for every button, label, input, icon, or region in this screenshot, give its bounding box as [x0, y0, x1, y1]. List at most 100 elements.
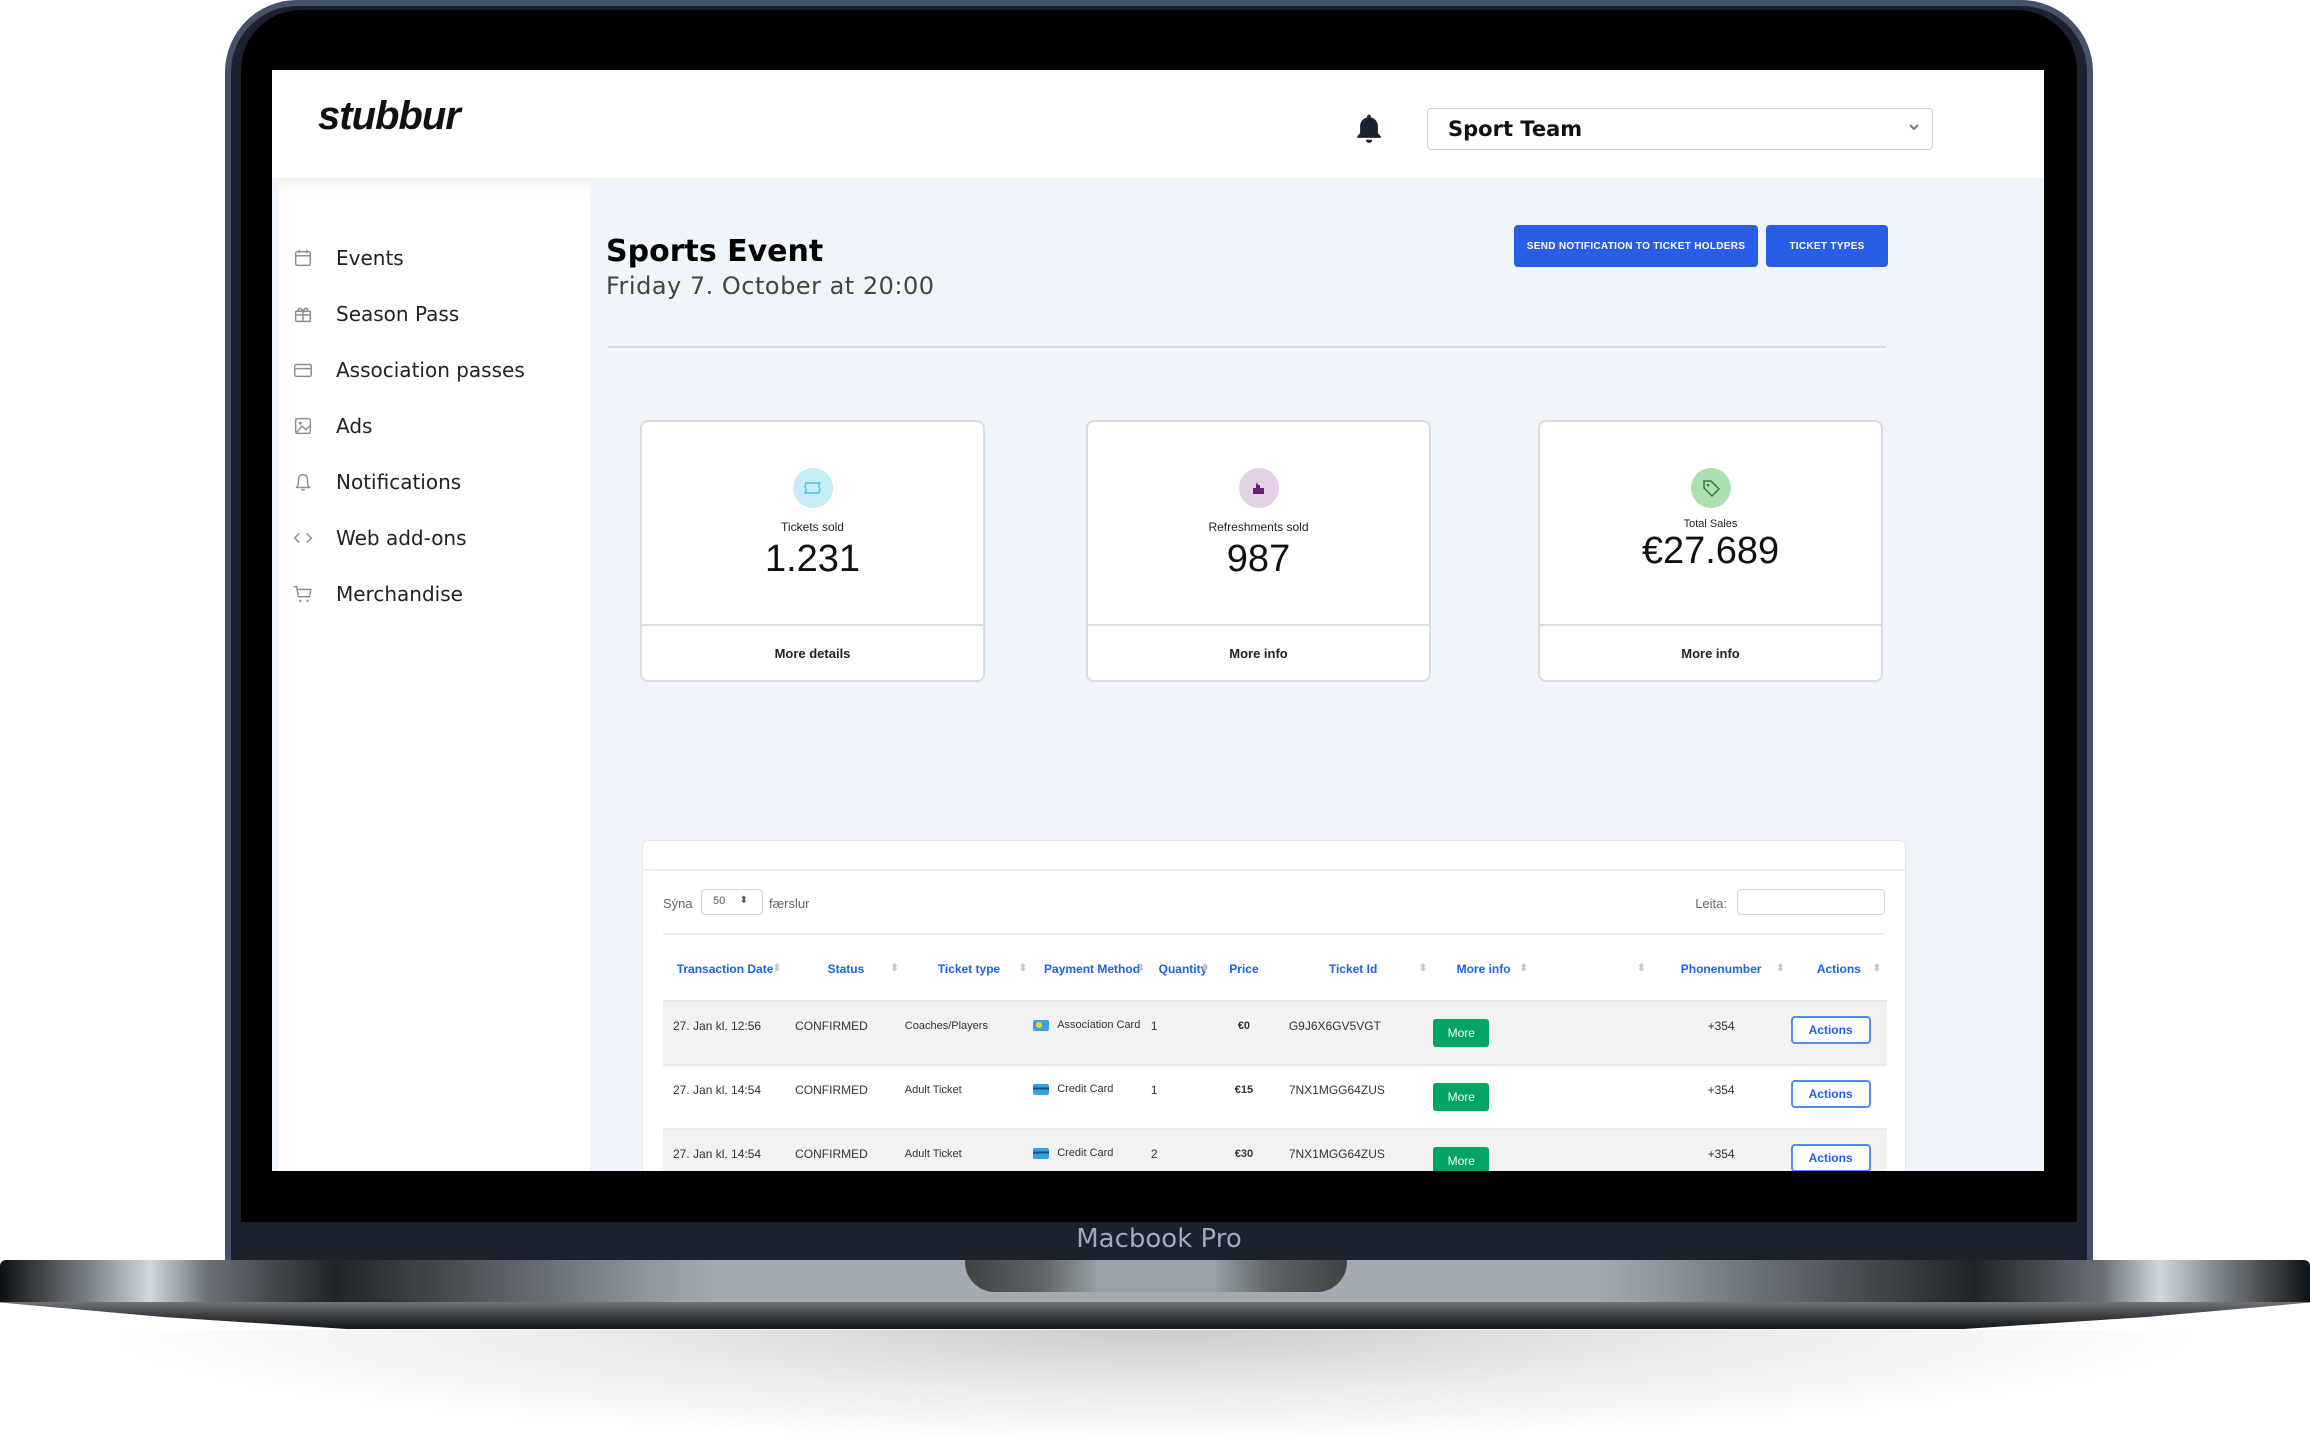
cell-status: CONFIRMED — [787, 1129, 905, 1171]
more-info-link[interactable]: More info — [1540, 624, 1881, 680]
credit-card-icon — [1033, 1084, 1050, 1095]
calendar-icon — [294, 249, 312, 267]
sidebar: Events Season Pass Association passes Ad… — [278, 178, 590, 1171]
column-header[interactable]: ⬍ — [1533, 937, 1652, 1002]
page-length-select[interactable]: 50 ⬍ — [701, 889, 763, 915]
stat-label: Tickets sold — [781, 520, 844, 534]
column-header[interactable]: Actions ⬍ — [1790, 937, 1887, 1002]
transactions-card: Sýna 50 ⬍ færslur Leita: Transaction Dat… — [642, 840, 1906, 1171]
search-input[interactable] — [1737, 889, 1885, 915]
cell-payment-method: Association Card — [1033, 1016, 1151, 1034]
sort-icon: ⬍ — [1200, 963, 1210, 974]
cell-price: €0 — [1215, 1001, 1273, 1066]
logo[interactable]: stubbur — [318, 94, 461, 139]
column-header[interactable]: Payment Method ⬍ — [1033, 937, 1151, 1002]
device-label: Macbook Pro — [1076, 1224, 1242, 1254]
column-header[interactable]: Phonenumber ⬍ — [1651, 937, 1791, 1002]
team-select-value: Sport Team — [1448, 117, 1583, 141]
sidebar-item-notifications[interactable]: Notifications — [292, 462, 461, 502]
more-details-link[interactable]: More details — [642, 624, 983, 680]
sidebar-item-association-passes[interactable]: Association passes — [292, 350, 525, 390]
laptop-notch — [965, 1260, 1347, 1292]
cell-payment-method: Credit Card — [1033, 1080, 1151, 1098]
cell-phone: +354 — [1651, 1065, 1791, 1130]
stat-card-refreshments-sold: Refreshments sold 987 More info — [1086, 420, 1431, 682]
stat-card-tickets-sold: Tickets sold 1.231 More details — [640, 420, 985, 682]
top-bar: stubbur Sport Team — [272, 70, 2044, 178]
image-icon — [294, 417, 312, 435]
table-row: 27. Jan kl. 12:56 CONFIRMED Coaches/Play… — [663, 1001, 1887, 1066]
main-content: Sports Event Friday 7. October at 20:00 … — [590, 178, 2044, 1171]
more-button[interactable]: More — [1433, 1019, 1490, 1047]
stat-value: 1.231 — [764, 538, 861, 580]
actions-button[interactable]: Actions — [1790, 1016, 1871, 1044]
sidebar-item-merchandise[interactable]: Merchandise — [292, 574, 463, 614]
column-header[interactable]: More info ⬍ — [1433, 937, 1534, 1002]
show-label: Sýna — [663, 896, 693, 911]
cell-phone: +354 — [1651, 1001, 1791, 1066]
sidebar-item-events[interactable]: Events — [292, 238, 404, 278]
ticket-types-button[interactable]: TICKET TYPES — [1766, 225, 1888, 267]
cell-date: 27. Jan kl. 14:54 — [663, 1065, 788, 1130]
sidebar-item-ads[interactable]: Ads — [292, 406, 372, 446]
column-header[interactable]: Ticket type ⬍ — [904, 937, 1034, 1002]
cell-ticket-id: G9J6X6GV5VGT — [1272, 1001, 1434, 1066]
cell-ticket-id: 7NX1MGG64ZUS — [1272, 1129, 1434, 1171]
column-header[interactable]: Transaction Date ⬍ — [663, 937, 788, 1002]
actions-button[interactable]: Actions — [1790, 1144, 1871, 1171]
bell-icon[interactable] — [1353, 112, 1385, 146]
send-notification-button[interactable]: SEND NOTIFICATION TO TICKET HOLDERS — [1514, 225, 1758, 267]
code-icon — [293, 532, 313, 544]
more-button[interactable]: More — [1433, 1147, 1490, 1171]
more-info-link[interactable]: More info — [1088, 624, 1429, 680]
cell-ticket-type: Coaches/Players — [904, 1001, 1034, 1066]
cart-icon — [293, 585, 312, 603]
column-header[interactable]: Price — [1215, 937, 1273, 1002]
more-button[interactable]: More — [1433, 1083, 1490, 1111]
cell-date: 27. Jan kl. 14:54 — [663, 1129, 788, 1171]
cell-ticket-type: Adult Ticket — [904, 1129, 1034, 1171]
column-header[interactable]: Status ⬍ — [787, 937, 905, 1002]
sort-icon: ⬍ — [1136, 963, 1145, 974]
stat-label: Refreshments sold — [1208, 520, 1309, 534]
divider — [608, 346, 1886, 348]
table-controls: Sýna 50 ⬍ færslur Leita: — [663, 889, 1885, 919]
entries-label: færslur — [769, 896, 810, 911]
credit-card-icon — [294, 363, 312, 378]
stat-icon-bg — [792, 468, 833, 508]
sort-icon: ⬍ — [1637, 963, 1646, 974]
cell-price: €15 — [1215, 1065, 1273, 1130]
app-screen: stubbur Sport Team Events Season Pass As… — [272, 70, 2044, 1171]
team-select[interactable]: Sport Team — [1427, 108, 1933, 150]
sort-icon: ⬍ — [1519, 963, 1528, 974]
table-row: 27. Jan kl. 14:54 CONFIRMED Adult Ticket… — [663, 1129, 1887, 1171]
cell-date: 27. Jan kl. 12:56 — [663, 1001, 788, 1066]
ticket-icon — [803, 482, 821, 494]
table-row: 27. Jan kl. 14:54 CONFIRMED Adult Ticket… — [663, 1065, 1887, 1130]
table-header-row: Transaction Date ⬍ Status ⬍ Ticket type ⬍ P… — [663, 937, 1887, 1002]
chevron-down-icon — [1909, 124, 1919, 131]
bell-outline-icon — [295, 473, 311, 491]
event-date: Friday 7. October at 20:00 — [606, 272, 935, 300]
stat-icon-bg — [1238, 468, 1279, 508]
stat-value: 987 — [1226, 538, 1291, 580]
cell-price: €30 — [1215, 1129, 1273, 1171]
column-header[interactable]: Ticket Id ⬍ — [1272, 937, 1434, 1002]
cell-payment-method: Credit Card — [1033, 1144, 1151, 1162]
actions-button[interactable]: Actions — [1790, 1080, 1871, 1108]
sidebar-item-season-pass[interactable]: Season Pass — [292, 294, 459, 334]
laptop-base-lower — [0, 1302, 2310, 1329]
cell-quantity: 1 — [1150, 1001, 1216, 1066]
cell-quantity: 1 — [1150, 1065, 1216, 1130]
tag-icon — [1702, 480, 1720, 498]
column-header[interactable]: Quantity ⬍ — [1150, 937, 1216, 1002]
search-label: Leita: — [1695, 896, 1727, 911]
sort-icon: ⬍ — [772, 963, 782, 974]
cell-status: CONFIRMED — [787, 1001, 905, 1066]
stat-value: €27.689 — [1641, 530, 1780, 572]
cell-ticket-type: Adult Ticket — [904, 1065, 1034, 1130]
association-card-icon — [1033, 1020, 1050, 1031]
stat-icon-bg — [1690, 468, 1731, 508]
sort-icon: ⬍ — [1018, 963, 1028, 974]
sidebar-item-web-add-ons[interactable]: Web add-ons — [292, 518, 467, 558]
